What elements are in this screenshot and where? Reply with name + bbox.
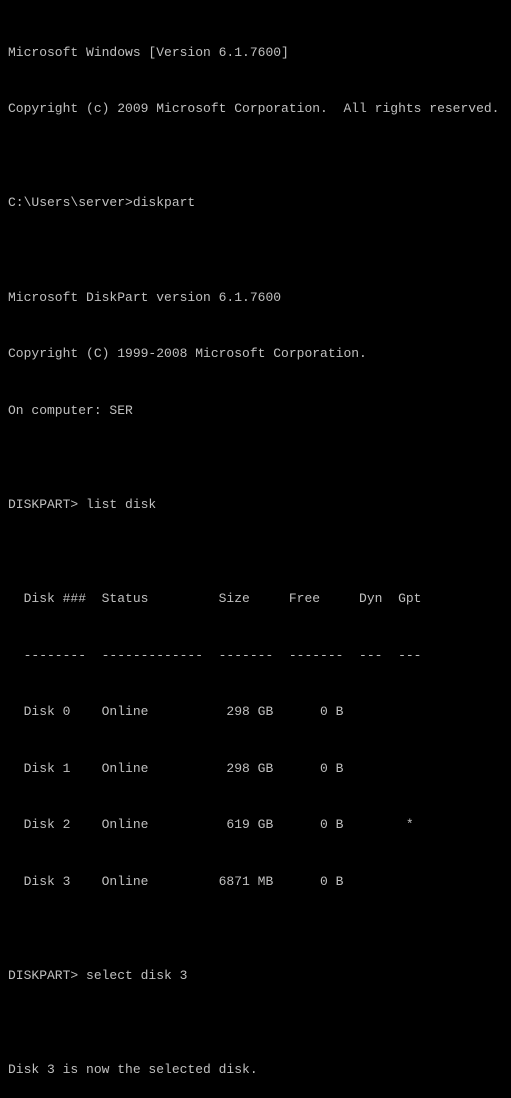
line13: -------- ------------- ------- ------- -… [8, 647, 503, 666]
terminal-window: Microsoft Windows [Version 6.1.7600] Cop… [8, 6, 503, 1098]
line1: Microsoft Windows [Version 6.1.7600] [8, 44, 503, 63]
line17: Disk 3 Online 6871 MB 0 B [8, 873, 503, 892]
line21: Disk 3 is now the selected disk. [8, 1061, 503, 1080]
line4: C:\Users\server>diskpart [8, 194, 503, 213]
line6: Microsoft DiskPart version 6.1.7600 [8, 289, 503, 308]
line7: Copyright (C) 1999-2008 Microsoft Corpor… [8, 345, 503, 364]
line8: On computer: SER [8, 402, 503, 421]
line12: Disk ### Status Size Free Dyn Gpt [8, 590, 503, 609]
line14: Disk 0 Online 298 GB 0 B [8, 703, 503, 722]
line19: DISKPART> select disk 3 [8, 967, 503, 986]
line15: Disk 1 Online 298 GB 0 B [8, 760, 503, 779]
line10: DISKPART> list disk [8, 496, 503, 515]
line16: Disk 2 Online 619 GB 0 B * [8, 816, 503, 835]
line2: Copyright (c) 2009 Microsoft Corporation… [8, 100, 503, 119]
